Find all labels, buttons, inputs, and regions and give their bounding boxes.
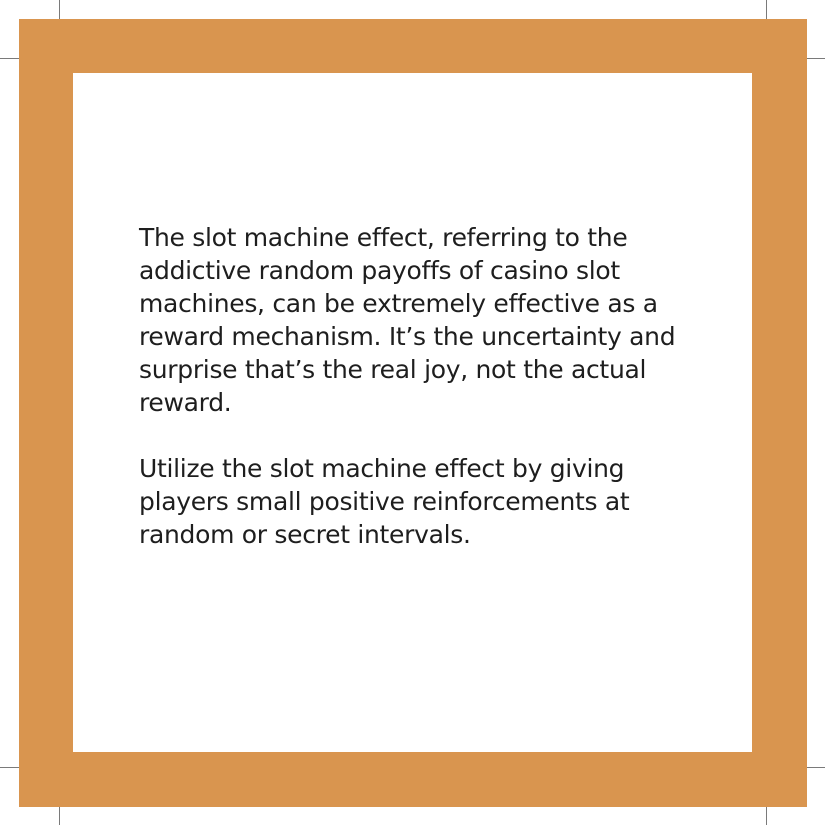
card-paragraph-2: Utilize the slot machine effect by givin… xyxy=(139,454,630,549)
card-text: The slot machine effect, referring to th… xyxy=(139,221,709,551)
print-page: The slot machine effect, referring to th… xyxy=(0,0,825,825)
card-paragraph-1: The slot machine effect, referring to th… xyxy=(139,223,676,417)
